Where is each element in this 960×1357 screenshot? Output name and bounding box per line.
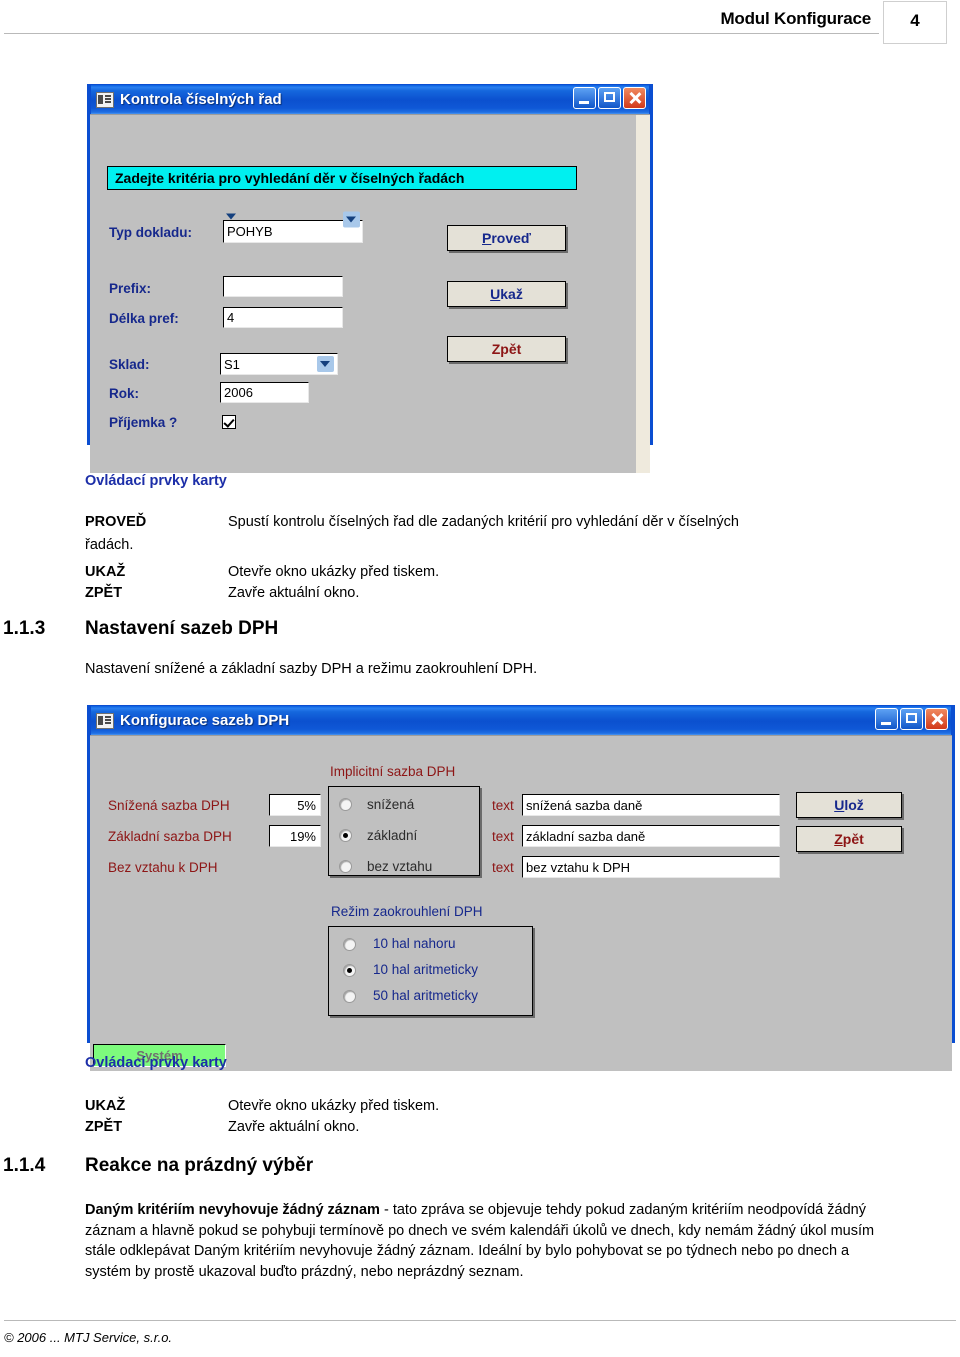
input-bez-vztahu-text[interactable]: bez vztahu k DPH — [522, 856, 780, 878]
radio-label-10-hal-aritmeticky: 10 hal aritmeticky — [373, 962, 479, 977]
term-zpet-2: ZPĚT — [85, 1119, 123, 1135]
text-label-1: text — [492, 798, 514, 813]
close-icon[interactable] — [623, 87, 646, 109]
def-zpet: Zavře aktuální okno. — [228, 585, 360, 601]
radio-bez-vztahu[interactable] — [339, 860, 352, 873]
label-rezim-zaokrouhleni-dph: Režim zaokrouhlení DPH — [331, 904, 483, 919]
minimize-icon[interactable] — [573, 87, 596, 109]
radio-label-50-hal-aritmeticky: 50 hal aritmeticky — [373, 988, 479, 1003]
heading-113-number: 1.1.3 — [3, 618, 46, 639]
label-sklad: Sklad: — [109, 357, 150, 372]
def-proved-wrap: řadách. — [85, 537, 134, 553]
label-implicitni-sazba-dph: Implicitní sazba DPH — [330, 764, 456, 779]
header-divider — [4, 33, 879, 34]
paragraph-114-lead: Daným kritériím nevyhovuje žádný záznam — [85, 1202, 380, 1218]
label-bez-vztahu-k-dph: Bez vztahu k DPH — [108, 860, 218, 875]
label-delka-pref: Délka pref: — [109, 311, 179, 326]
heading-113-text: Nastavení sazeb DPH — [85, 618, 279, 639]
input-zakladni-text[interactable]: základní sazba daně — [522, 825, 780, 847]
label-prefix: Prefix: — [109, 281, 152, 296]
input-zakladni-rate[interactable]: 19% — [269, 825, 321, 847]
dialog-kontrola-ciselnych-rad: Kontrola číselných řad Zadejte kritéria … — [87, 84, 653, 473]
def-zpet-2: Zavře aktuální okno. — [228, 1119, 360, 1135]
proved-button[interactable]: Proveď — [447, 225, 566, 251]
page-header: Modul Konfigurace 4 — [0, 0, 960, 46]
zpet-button[interactable]: Zpět — [447, 336, 566, 362]
dialog1-window-buttons — [573, 87, 646, 109]
def-proved: Spustí kontrolu číselných řad dle zadaný… — [228, 514, 739, 530]
dialog-konfigurace-sazeb-dph: Konfigurace sazeb DPH Implicitní sazba D… — [87, 705, 955, 1071]
chevron-down-icon[interactable] — [317, 356, 334, 372]
def-ukaz-2: Otevře okno ukázky před tiskem. — [228, 1098, 440, 1114]
close-icon[interactable] — [925, 708, 948, 730]
dialog1-body: Zadejte kritéria pro vyhledání děr v čís… — [90, 114, 650, 473]
ukaz-button[interactable]: Ukaž — [447, 281, 566, 307]
dialog2-window-buttons — [875, 708, 948, 730]
maximize-icon[interactable] — [900, 708, 923, 730]
window-icon — [96, 712, 114, 729]
minimize-icon[interactable] — [875, 708, 898, 730]
zpet-button-2[interactable]: Zpět — [796, 826, 902, 852]
dialog1-right-strip — [636, 115, 650, 473]
input-prefix[interactable] — [223, 276, 343, 297]
criteria-banner: Zadejte kritéria pro vyhledání děr v čís… — [107, 166, 577, 190]
term-proved: PROVEĎ — [85, 514, 147, 530]
zpet-button-2-label: pět — [842, 831, 864, 847]
page-number-box: 4 — [883, 1, 947, 44]
label-zakladni-sazba-dph: Základní sazba DPH — [108, 829, 232, 844]
term-ukaz-2: UKAŽ — [85, 1098, 126, 1114]
chevron-down-icon[interactable] — [223, 209, 363, 232]
zpet-button-label: Zpět — [491, 341, 522, 357]
term-zpet: ZPĚT — [85, 585, 123, 601]
radio-label-10-hal-nahoru: 10 hal nahoru — [373, 936, 456, 951]
radio-50-hal-aritmeticky[interactable] — [343, 990, 356, 1003]
ukaz-button-label: kaž — [500, 286, 523, 302]
dialog2-title: Konfigurace sazeb DPH — [120, 712, 290, 729]
page-title: Modul Konfigurace — [720, 9, 871, 28]
footer-divider — [4, 1320, 956, 1321]
page-number: 4 — [910, 11, 920, 30]
footer-copyright: © 2006 ... MTJ Service, s.r.o. — [4, 1330, 173, 1345]
ulozit-button-label: lož — [844, 797, 864, 813]
input-snizena-rate[interactable]: 5% — [269, 794, 321, 816]
checkbox-prijemka[interactable] — [222, 415, 236, 429]
paragraph-114: Daným kritériím nevyhovuje žádný záznam … — [85, 1200, 875, 1282]
dialog1-titlebar[interactable]: Kontrola číselných řad — [90, 84, 650, 114]
text-label-2: text — [492, 829, 514, 844]
ulozit-button-accel: U — [834, 797, 845, 813]
window-icon — [96, 91, 114, 108]
def-ukaz: Otevře okno ukázky před tiskem. — [228, 564, 440, 580]
text-label-3: text — [492, 860, 514, 875]
heading-114-text: Reakce na prázdný výběr — [85, 1155, 314, 1176]
ukaz-button-accel: U — [490, 286, 501, 302]
intro-113: Nastavení snížené a základní sazby DPH a… — [85, 661, 538, 677]
radio-10-hal-aritmeticky[interactable] — [343, 964, 356, 977]
radio-snizena[interactable] — [339, 798, 352, 811]
label-prijemka: Příjemka ? — [109, 415, 178, 430]
input-snizena-text[interactable]: snížená sazba daně — [522, 794, 780, 816]
radio-10-hal-nahoru[interactable] — [343, 938, 356, 951]
section2-heading: Ovládací prvky karty — [85, 1055, 227, 1071]
label-typ-dokladu: Typ dokladu: — [109, 225, 192, 240]
input-delka-pref[interactable]: 4 — [223, 307, 343, 328]
proved-button-accel: P — [482, 230, 492, 246]
dialog2-titlebar[interactable]: Konfigurace sazeb DPH — [90, 705, 952, 735]
label-rok: Rok: — [109, 386, 139, 401]
radio-label-bez-vztahu: bez vztahu — [367, 859, 433, 874]
zpet-button-2-accel: Z — [834, 831, 843, 847]
radio-label-snizena: snížená — [367, 797, 415, 812]
radio-zakladni[interactable] — [339, 829, 352, 842]
radio-label-zakladni: základní — [367, 828, 418, 843]
dialog2-body: Implicitní sazba DPH Snížená sazba DPH 5… — [90, 735, 952, 1071]
proved-button-label: roveď — [491, 230, 531, 246]
term-ukaz: UKAŽ — [85, 564, 126, 580]
input-rok[interactable]: 2006 — [220, 382, 309, 403]
section1-heading: Ovládací prvky karty — [85, 473, 227, 489]
ulozit-button[interactable]: Ulož — [796, 792, 902, 818]
maximize-icon[interactable] — [598, 87, 621, 109]
dialog1-title: Kontrola číselných řad — [120, 91, 282, 108]
label-snizena-sazba-dph: Snížená sazba DPH — [108, 798, 230, 813]
heading-114-number: 1.1.4 — [3, 1155, 46, 1176]
